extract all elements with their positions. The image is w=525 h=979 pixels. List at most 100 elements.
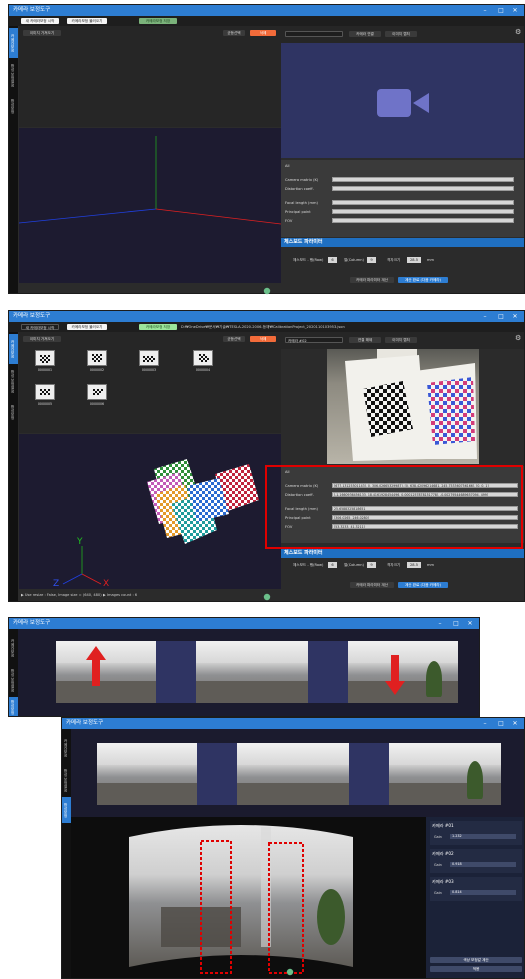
- separator-panel: [197, 743, 237, 805]
- gain-input[interactable]: 1.232: [450, 834, 516, 839]
- compute-done-button[interactable]: 계산 완료 (다음 카메라): [398, 277, 448, 283]
- z-axis-line: [19, 208, 157, 224]
- minimize-icon[interactable]: –: [478, 311, 492, 322]
- status-icon: [263, 593, 271, 601]
- new-calibration-button[interactable]: 새 카메라보정 시작: [21, 324, 59, 330]
- rows-input[interactable]: 6: [328, 257, 337, 263]
- tab-composite[interactable]: 합성보정: [9, 92, 18, 120]
- columns-label: 열(Column): [344, 563, 364, 567]
- maximize-icon[interactable]: □: [494, 718, 508, 729]
- camera-title: 카메라 #01: [432, 823, 454, 828]
- save-calibration-button[interactable]: 카메라보정 저장: [139, 324, 177, 330]
- capture-image-button[interactable]: 이미지 캡처: [385, 31, 417, 37]
- maximize-icon[interactable]: □: [494, 311, 508, 322]
- tab-composite[interactable]: 합성보정: [9, 398, 18, 426]
- status-icon: [263, 287, 271, 295]
- grid-size-input[interactable]: 28.5: [407, 562, 421, 568]
- camera-select[interactable]: [285, 31, 343, 37]
- tab-camera-calibration[interactable]: 카메라보정: [9, 28, 18, 58]
- chessboard-poses: Y X Z: [53, 459, 259, 589]
- window-title: 카메라 보정도구: [13, 7, 51, 13]
- columns-input[interactable]: 9: [367, 257, 376, 263]
- distortion-field[interactable]: [332, 186, 514, 191]
- columns-input[interactable]: 9: [367, 562, 376, 568]
- gear-icon[interactable]: ⚙: [515, 28, 521, 36]
- thumbnail-image[interactable]: [139, 350, 159, 366]
- status-icon: [286, 968, 294, 976]
- minimize-icon[interactable]: –: [478, 5, 492, 16]
- close-icon[interactable]: ✕: [463, 618, 477, 629]
- apply-button[interactable]: 적용: [430, 966, 522, 972]
- save-calibration-button[interactable]: 카메라보정 저장: [139, 18, 177, 24]
- camera-image-3: [389, 743, 501, 805]
- live-frame: [327, 349, 479, 464]
- image-list-pane: 이미지 가져오기 균등선택 삭제: [19, 26, 281, 127]
- close-icon[interactable]: ✕: [508, 718, 522, 729]
- delete-button[interactable]: 삭제: [250, 30, 276, 36]
- thumbnail-image[interactable]: [193, 350, 213, 366]
- maximize-icon[interactable]: □: [494, 5, 508, 16]
- close-icon[interactable]: ✕: [508, 311, 522, 322]
- window-title: 카메라 보정도구: [66, 720, 104, 726]
- thumbnail-image[interactable]: [87, 384, 107, 400]
- window-calibration-result: 카메라 보정도구 – □ ✕ 새 카메라보정 시작 카메라보정 불러오기 카메라…: [8, 310, 525, 602]
- focal-length-field[interactable]: [332, 200, 514, 205]
- camera-matrix-field[interactable]: [332, 177, 514, 182]
- rows-input[interactable]: 6: [328, 562, 337, 568]
- x-axis-line: [81, 573, 102, 585]
- arrow-down-icon: [385, 655, 405, 695]
- thumbnail-caption: 0000003: [141, 368, 157, 372]
- gain-panel: 카메라 #01 Gain 1.232 카메라 #02 Gain 0.918 카메…: [426, 817, 524, 978]
- fov-field[interactable]: [332, 218, 514, 223]
- tab-composite[interactable]: 합성보정: [62, 797, 71, 823]
- capture-image-button[interactable]: 이미지 캡처: [385, 337, 417, 343]
- distortion-label: Distortion coeff.: [285, 187, 314, 191]
- grid-size-input[interactable]: 28.5: [407, 257, 421, 263]
- tab-composite-settings[interactable]: 합성 보정설정: [9, 366, 18, 396]
- load-calibration-button[interactable]: 카메라보정 불러오기: [67, 324, 107, 330]
- thumbnail-image[interactable]: [35, 350, 55, 366]
- principal-point-field[interactable]: [332, 209, 514, 214]
- tab-composite[interactable]: 합성보정: [9, 697, 18, 716]
- thumbnail-image[interactable]: [35, 384, 55, 400]
- disconnect-camera-button[interactable]: 연결 해제: [349, 337, 381, 343]
- even-select-button[interactable]: 균등선택: [223, 30, 245, 36]
- load-images-button[interactable]: 이미지 가져오기: [23, 30, 61, 36]
- thumbnail-caption: 0000002: [89, 368, 105, 372]
- tab-composite-settings[interactable]: 합성 보정설정: [9, 60, 18, 90]
- compute-done-button[interactable]: 계산 완료 (다음 카메라): [398, 582, 448, 588]
- close-icon[interactable]: ✕: [508, 5, 522, 16]
- tab-composite-settings[interactable]: 합성 보정설정: [9, 665, 18, 695]
- camera-select[interactable]: 카메라 #02: [285, 337, 343, 343]
- maximize-icon[interactable]: □: [449, 618, 463, 629]
- thumbnail-image[interactable]: [87, 350, 107, 366]
- separator-panel: [349, 743, 389, 805]
- compute-params-button[interactable]: 카메라 파라미터 계산: [350, 277, 394, 283]
- load-calibration-button[interactable]: 카메라보정 불러오기: [67, 18, 107, 24]
- thumbnail-caption: 0000001: [37, 368, 53, 372]
- tab-composite-settings[interactable]: 합성 보정설정: [62, 765, 71, 795]
- rows-label: 체스보드 - 행(Row): [293, 258, 324, 262]
- 3d-view-boards[interactable]: Y X Z: [19, 434, 281, 589]
- tab-camera-calibration[interactable]: 카메라보정: [9, 633, 18, 663]
- connect-camera-button[interactable]: 카메라 연결: [349, 31, 381, 37]
- 3d-view[interactable]: [19, 128, 281, 283]
- chessboard-section-header: 체스보드 파라미터: [281, 549, 524, 558]
- gear-icon[interactable]: ⚙: [515, 334, 521, 342]
- minimize-icon[interactable]: –: [478, 718, 492, 729]
- load-images-button[interactable]: 이미지 가져오기: [23, 336, 61, 342]
- even-select-button[interactable]: 균등선택: [223, 336, 245, 342]
- gain-input[interactable]: 0.918: [450, 862, 516, 867]
- tab-camera-calibration[interactable]: 카메라보정: [9, 334, 18, 364]
- compute-params-button[interactable]: 카메라 파라미터 계산: [350, 582, 394, 588]
- gain-input[interactable]: 0.814: [450, 890, 516, 895]
- compute-color-gain-button[interactable]: 색상 보정값 계산: [430, 957, 522, 963]
- minimize-icon[interactable]: –: [433, 618, 447, 629]
- new-calibration-button[interactable]: 새 카메라보정 시작: [21, 18, 59, 24]
- tab-camera-calibration[interactable]: 카메라보정: [62, 733, 71, 763]
- menu-bar: 새 카메라보정 시작 카메라보정 불러오기 카메라보정 저장: [9, 16, 524, 26]
- status-area: [19, 283, 281, 293]
- camera-live-preview: [281, 349, 524, 464]
- delete-button[interactable]: 삭제: [250, 336, 276, 342]
- panorama-view[interactable]: [71, 817, 426, 978]
